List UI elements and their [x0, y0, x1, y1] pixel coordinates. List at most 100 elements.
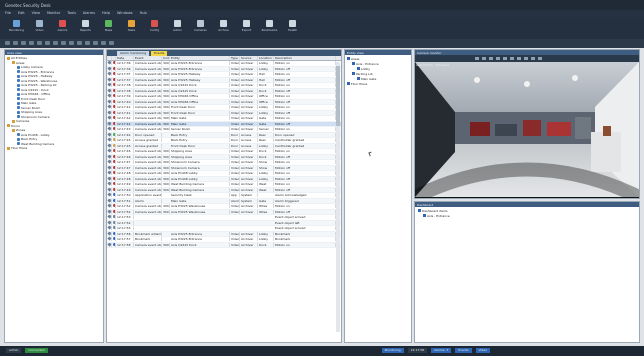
edit-icon[interactable]	[107, 66, 111, 71]
table-cell: Motion off	[274, 99, 336, 104]
edit-icon[interactable]	[107, 226, 111, 230]
table-cell: Motion off	[274, 176, 336, 181]
ribbon-button[interactable]: Cameras	[192, 19, 209, 37]
ribbon-button[interactable]: Export	[238, 19, 255, 37]
rewind-icon[interactable]	[489, 57, 493, 60]
tool-icon[interactable]	[45, 41, 50, 45]
edit-icon[interactable]	[107, 83, 111, 87]
column-header[interactable]: Description	[274, 56, 336, 60]
edit-icon[interactable]	[107, 77, 111, 82]
ribbon-button[interactable]: Alarms	[54, 19, 71, 37]
tool-icon[interactable]	[5, 41, 10, 45]
edit-icon[interactable]	[107, 143, 111, 148]
ribbon-button[interactable]: Tasks	[123, 19, 140, 37]
edit-icon[interactable]	[107, 99, 111, 104]
edit-icon[interactable]	[107, 138, 111, 142]
ribbon-button[interactable]: Video	[31, 19, 48, 37]
tool-icon[interactable]	[77, 41, 82, 45]
column-header[interactable]: Source	[240, 56, 258, 60]
edit-icon[interactable]	[107, 231, 111, 236]
edit-icon[interactable]	[107, 171, 111, 175]
table-cell: Motion on	[274, 160, 336, 165]
table-cell: Axis Q1615 Dock	[170, 242, 230, 247]
ribbon-button[interactable]: Config	[146, 19, 163, 37]
column-header[interactable]: Date	[116, 56, 134, 60]
table-cell: Alarm triggered	[274, 198, 336, 203]
edit-icon[interactable]	[107, 121, 111, 126]
edit-icon[interactable]	[107, 127, 111, 131]
fullscreen-icon[interactable]	[531, 57, 535, 60]
edit-icon[interactable]	[107, 209, 111, 214]
ribbon-button[interactable]: Archive	[215, 19, 232, 37]
edit-icon[interactable]	[107, 72, 111, 76]
tool-icon[interactable]	[101, 41, 106, 45]
forward-icon[interactable]	[496, 57, 500, 60]
edit-icon[interactable]	[107, 94, 111, 98]
edit-icon[interactable]	[107, 110, 111, 115]
edit-icon[interactable]	[107, 149, 111, 153]
column-header[interactable]: Code	[162, 56, 170, 60]
edit-icon[interactable]	[107, 204, 111, 208]
pause-icon[interactable]	[482, 57, 486, 60]
table-cell: Bookmark	[134, 237, 162, 242]
ribbon-button[interactable]: Health	[284, 19, 301, 37]
edit-icon[interactable]	[107, 61, 111, 65]
tree-item[interactable]: Floor Plans	[347, 81, 409, 86]
tree-item[interactable]: Axis - Entrance	[418, 213, 636, 218]
edit-icon[interactable]	[107, 242, 111, 247]
ribbon-button[interactable]: Bookmarks	[261, 19, 278, 37]
ribbon-button[interactable]: Maps	[100, 19, 117, 37]
ribbon-button[interactable]: Reports	[77, 19, 94, 37]
column-header[interactable]: Event	[134, 56, 162, 60]
edit-icon[interactable]	[107, 215, 111, 219]
table-row[interactable]: 12:17:58 Camera event start 300 Axis Q1615 …	[107, 242, 341, 248]
camera-icon	[17, 65, 20, 69]
edit-icon[interactable]	[107, 237, 111, 241]
tool-icon[interactable]	[85, 41, 90, 45]
table-cell: Whse	[258, 204, 274, 209]
ribbon-button[interactable]: Monitoring	[8, 19, 25, 37]
tool-icon[interactable]	[13, 41, 18, 45]
grid-scrollbar[interactable]	[336, 62, 340, 332]
ribbon-button[interactable]: Admin	[169, 19, 186, 37]
edit-icon[interactable]	[107, 182, 111, 186]
edit-icon[interactable]	[107, 220, 111, 225]
edit-icon[interactable]	[107, 116, 111, 120]
edit-icon[interactable]	[107, 105, 111, 109]
edit-icon[interactable]	[107, 176, 111, 181]
edit-icon[interactable]	[107, 193, 111, 197]
table-cell: Lobby	[258, 171, 274, 176]
column-header[interactable]: Entity	[170, 56, 230, 60]
play-icon[interactable]	[475, 57, 479, 60]
column-header[interactable]: Location	[258, 56, 274, 60]
edit-icon[interactable]	[107, 165, 111, 170]
close-icon[interactable]	[538, 57, 542, 60]
tool-icon[interactable]	[21, 41, 26, 45]
tool-icon[interactable]	[93, 41, 98, 45]
table-cell: 300	[163, 61, 170, 66]
zoom-icon[interactable]	[510, 57, 514, 60]
edit-icon[interactable]	[107, 198, 111, 203]
tree-item-label: Front Desk Door	[21, 96, 46, 101]
snapshot-icon[interactable]	[503, 57, 507, 60]
tool-icon[interactable]	[29, 41, 34, 45]
table-cell: Motion on	[274, 94, 336, 99]
tool-icon[interactable]	[109, 41, 114, 45]
table-cell: Axis Q1615 Dock	[170, 83, 230, 88]
export-icon[interactable]	[524, 57, 528, 60]
tool-icon[interactable]	[69, 41, 74, 45]
tool-icon[interactable]	[61, 41, 66, 45]
edit-icon[interactable]	[107, 187, 111, 192]
tool-icon[interactable]	[53, 41, 58, 45]
table-cell: 12:17:49	[116, 187, 134, 192]
edit-icon[interactable]	[107, 88, 111, 93]
edit-icon[interactable]	[107, 132, 111, 137]
grid-scroll-thumb[interactable]	[336, 66, 340, 126]
camera-video-feed[interactable]	[415, 62, 639, 197]
edit-icon[interactable]	[107, 154, 111, 159]
column-header[interactable]: Type	[230, 56, 240, 60]
edit-icon[interactable]	[107, 160, 111, 164]
bookmark-icon[interactable]	[517, 57, 521, 60]
tool-icon[interactable]	[37, 41, 42, 45]
tree-item[interactable]: Floor Plans	[7, 146, 101, 151]
